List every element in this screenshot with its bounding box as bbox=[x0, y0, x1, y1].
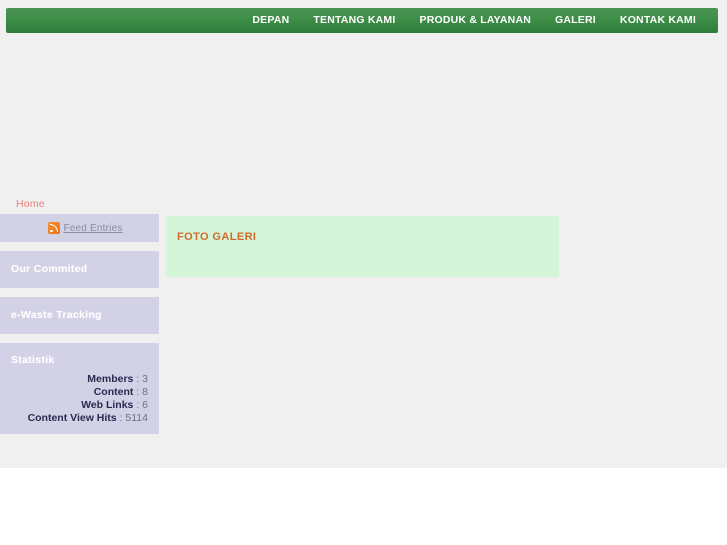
nav-item-depan[interactable]: DEPAN bbox=[240, 8, 301, 33]
stat-label-content: Content bbox=[93, 386, 134, 398]
module-title-ewaste-tracking: e-Waste Tracking bbox=[11, 309, 102, 321]
stat-separator: : bbox=[133, 399, 143, 411]
stat-separator: : bbox=[133, 386, 143, 398]
nav-link-kontak-kami[interactable]: KONTAK KAMI bbox=[608, 8, 708, 33]
stat-separator: : bbox=[133, 373, 143, 385]
nav-link-depan[interactable]: DEPAN bbox=[240, 8, 301, 33]
nav-link-produk-layanan[interactable]: PRODUK & LAYANAN bbox=[408, 8, 544, 33]
nav-link-galeri[interactable]: GALERI bbox=[543, 8, 608, 33]
module-title-our-commited: Our Commited bbox=[11, 263, 88, 275]
rss-icon bbox=[48, 222, 61, 234]
nav-link-tentang-kami[interactable]: TENTANG KAMI bbox=[301, 8, 407, 33]
feed-entries-row[interactable]: Feed Entries bbox=[0, 214, 159, 242]
module-syndicate: Feed Entries bbox=[0, 214, 159, 242]
nav-item-kontak-kami[interactable]: KONTAK KAMI bbox=[608, 8, 708, 33]
stat-value-members: 3 bbox=[142, 373, 148, 385]
module-our-commited: Our Commited bbox=[0, 251, 159, 288]
feed-entries-link[interactable]: Feed Entries bbox=[63, 223, 122, 234]
nav-item-tentang-kami[interactable]: TENTANG KAMI bbox=[301, 8, 407, 33]
sidebar: Feed Entries Our Commited e-Waste Tracki… bbox=[0, 214, 159, 443]
stat-label-members: Members bbox=[87, 373, 134, 385]
content-panel: FOTO GALERI bbox=[166, 216, 559, 277]
nav-item-produk-layanan[interactable]: PRODUK & LAYANAN bbox=[408, 8, 544, 33]
page-title: FOTO GALERI bbox=[177, 231, 257, 243]
stat-value-content: 8 bbox=[142, 386, 148, 398]
statistik-list: Members : 3 Content : 8 Web Links : 6 Co… bbox=[0, 373, 159, 426]
gallery-grid bbox=[177, 249, 545, 255]
module-ewaste-tracking: e-Waste Tracking bbox=[0, 297, 159, 334]
breadcrumb-item-home[interactable]: Home bbox=[16, 198, 45, 210]
module-title-statistik: Statistik bbox=[11, 354, 55, 366]
stat-value-web-links: 6 bbox=[142, 399, 148, 411]
breadcrumb: Home bbox=[16, 198, 45, 210]
stat-row-content-view-hits: Content View Hits : 5114 bbox=[0, 412, 148, 426]
page-root: DEPAN TENTANG KAMI PRODUK & LAYANAN GALE… bbox=[0, 0, 727, 545]
stat-value-content-view-hits: 5114 bbox=[125, 412, 148, 424]
stat-label-content-view-hits: Content View Hits bbox=[27, 412, 117, 424]
module-statistik: Statistik Members : 3 Content : 8 Web Li… bbox=[0, 343, 159, 434]
main-content: FOTO GALERI bbox=[166, 216, 559, 277]
top-navigation-bar: DEPAN TENTANG KAMI PRODUK & LAYANAN GALE… bbox=[6, 8, 718, 33]
nav-item-galeri[interactable]: GALERI bbox=[543, 8, 608, 33]
stat-label-web-links: Web Links bbox=[81, 399, 134, 411]
main-menu: DEPAN TENTANG KAMI PRODUK & LAYANAN GALE… bbox=[240, 8, 708, 33]
